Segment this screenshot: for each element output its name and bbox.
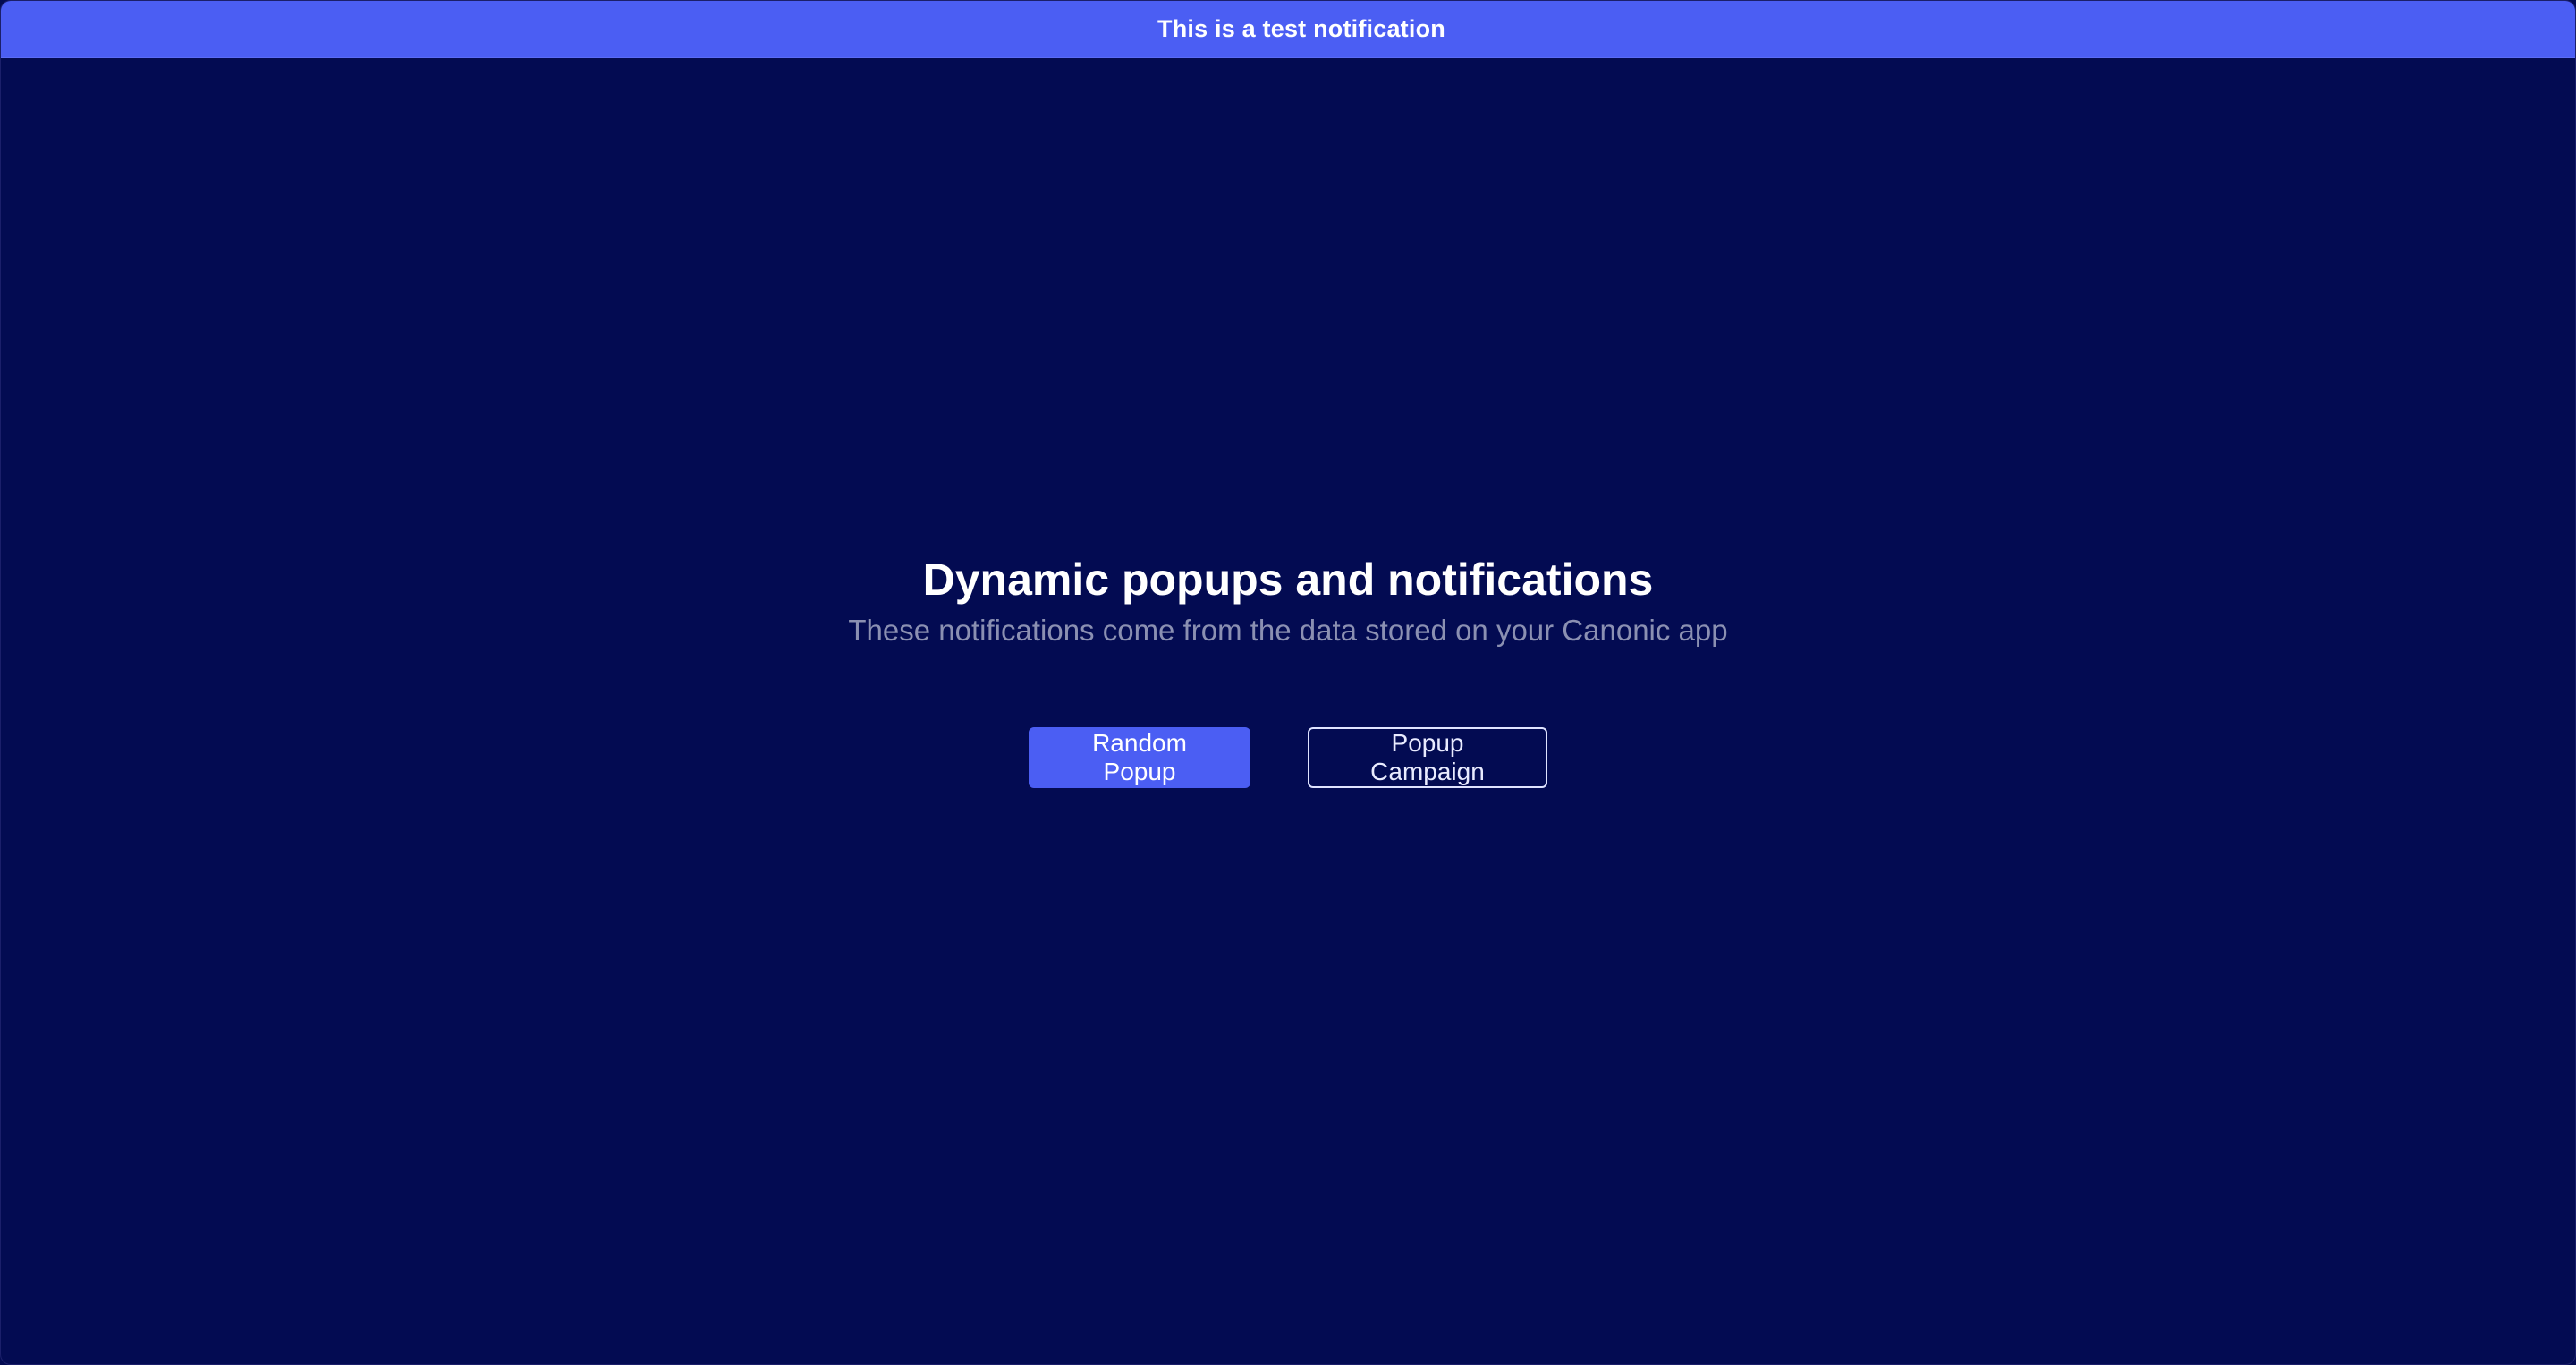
hero-section: Dynamic popups and notifications These n…: [1, 548, 2575, 652]
action-buttons: Random Popup Popup Campaign: [1, 727, 2575, 788]
popup-campaign-button[interactable]: Popup Campaign: [1308, 727, 1547, 788]
notification-banner: This is a test notification: [1, 1, 2575, 58]
page-subtitle: These notifications come from the data s…: [848, 614, 1728, 647]
random-popup-button[interactable]: Random Popup: [1029, 727, 1250, 788]
app-window: This is a test notification Dynamic popu…: [0, 0, 2576, 1365]
page-title: Dynamic popups and notifications: [922, 555, 1654, 605]
notification-text: This is a test notification: [1157, 15, 1445, 42]
